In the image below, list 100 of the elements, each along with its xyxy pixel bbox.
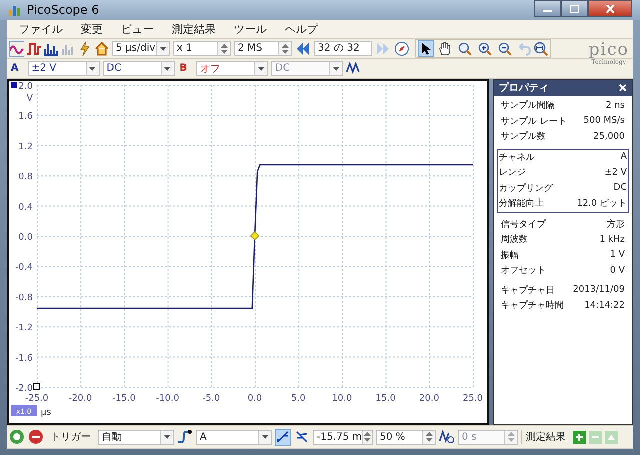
property-label: キャプチャ日 [501,284,555,297]
menu-item[interactable]: 測定結果 [164,22,224,36]
menu-item[interactable]: ツール [226,22,275,36]
property-label: 分解能向上 [499,198,544,210]
x-tick-label: 10.0 [332,394,352,404]
minimize-button[interactable] [534,0,561,17]
add-icon[interactable] [573,430,586,444]
x-tick-label: -5.0 [202,394,220,404]
trigger-label: トリガー [50,431,92,444]
scope-view-icon[interactable] [9,40,24,56]
property-value: 1 kHz [600,234,625,245]
y-tick-label: 0.0 [18,233,33,243]
property-value: 500 MS/s [584,116,625,126]
trigger-marker-icon[interactable] [250,231,260,241]
channel-marker-icon [11,82,17,88]
panel-title: プロパティ [499,81,549,95]
trigger-mode-dropdown[interactable]: 自動 [98,430,174,444]
origin-marker-icon [34,384,40,390]
timebase-dropdown[interactable]: 5 µs/div [112,41,170,56]
delay-icon[interactable] [439,429,455,445]
spinner-icon [508,431,514,443]
property-label: サンプル レート [501,115,567,128]
zoom-out-tool-button[interactable] [496,40,514,57]
trigger-type-icon[interactable] [177,429,193,445]
property-value: DC [614,183,627,194]
y-tick-label: -1.2 [15,324,33,334]
property-value: 12.0 ビット [577,198,627,210]
caret-icon [262,435,268,439]
x-tick-label: -20.0 [68,394,92,404]
run-button-icon[interactable] [9,429,25,445]
property-value: 0 V [610,266,625,276]
property-label: 振幅 [501,250,519,262]
percent-field[interactable]: 50 % [376,430,436,444]
coupling-dropdown[interactable]: DC [102,61,175,76]
menu-item[interactable]: ヘルプ [277,22,326,36]
pulse-icon[interactable] [26,40,41,56]
y-tick-label: -1.6 [15,354,33,364]
channel-options-icon[interactable] [346,60,362,76]
caret-icon [164,66,172,70]
samples-field[interactable]: 2 MS [234,41,292,56]
maximize-icon [570,4,579,12]
spinner-icon [364,431,372,443]
caret-icon [332,66,340,70]
close-icon[interactable] [619,84,627,92]
y-tick-label: -2.0 [15,384,33,394]
property-value: ±2 V [604,168,627,178]
y-tick-label: -0.8 [15,293,33,304]
x-tick-label: 5.0 [291,394,306,404]
close-button[interactable] [588,0,632,17]
property-value: 2013/11/09 [573,285,625,296]
range-dropdown[interactable]: ±2 V [28,61,100,76]
maximize-button[interactable] [561,0,588,17]
property-label: オフセット [501,265,546,278]
buffer-field[interactable]: 32 の 32 [314,41,372,56]
falling-edge-button[interactable] [294,428,310,446]
y-tick-label: 0.4 [18,202,33,213]
property-value: 1 V [610,250,625,260]
stop-button-icon[interactable] [28,429,44,445]
menu-item[interactable]: ビュー [113,22,162,36]
zoom-badge [11,405,37,416]
rising-edge-button[interactable] [275,428,291,446]
property-value: A [620,152,627,162]
y-tick-label: 1.2 [18,142,33,152]
measurements-label: 測定結果 [521,430,570,444]
x-tick-label: -10.0 [156,394,180,404]
y-unit-label: V [26,94,33,104]
x-tick-label: -15.0 [112,394,136,404]
property-value: 方形 [607,218,625,231]
zoom-in-tool-button[interactable] [476,40,494,57]
spinner-icon [282,42,288,54]
zoom-tool-button[interactable] [456,40,474,57]
property-label: カップリング [499,182,553,195]
channel-label[interactable]: A [9,63,25,74]
y-tick-label: 1.6 [18,112,33,122]
caret-icon [160,46,166,50]
window-title: PicoScope 6 [27,3,100,17]
compass-icon[interactable] [394,40,410,56]
pre-trigger-field[interactable]: -15.75 m [313,430,373,444]
y-tick-label: -0.4 [15,263,33,274]
pointer-tool-button[interactable] [418,40,434,57]
y-tick-label: 2.0 [18,82,33,92]
menu-item[interactable]: 変更 [73,22,111,36]
caret-icon [164,435,170,439]
x-tick-label: -25.0 [25,394,49,404]
waveform-icon [8,3,22,17]
home-icon[interactable] [94,40,109,56]
x-tick-label: 15.0 [376,394,396,404]
property-label: キャプチャ時間 [501,299,564,312]
property-label: 周波数 [501,234,528,246]
zoom-fit-icon[interactable] [533,40,548,56]
property-label: 信号タイプ [501,218,546,231]
property-label: チャネル [499,152,535,164]
multiplier-field[interactable]: x 1 [173,41,231,56]
x-tick-label: 20.0 [419,394,440,404]
close-icon [606,4,614,12]
trigger-source-dropdown[interactable]: A [196,430,272,444]
spinner-icon [426,431,432,443]
caret-icon [258,66,265,70]
menu-item[interactable]: ファイル [11,22,71,36]
x-unit-label: µs [41,408,52,418]
